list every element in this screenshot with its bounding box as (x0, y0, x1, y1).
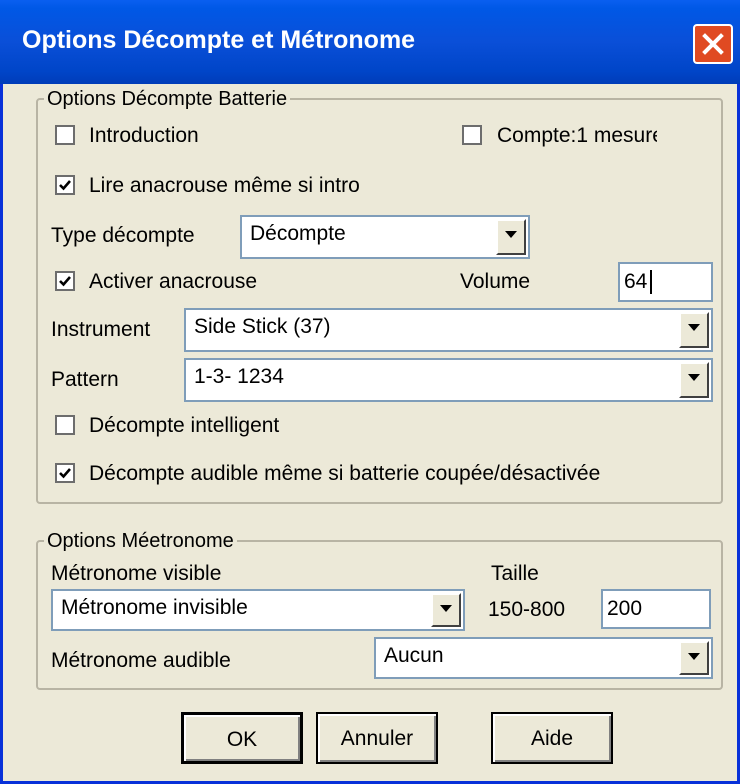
smart-count-label[interactable]: Décompte intelligent (89, 414, 279, 438)
introduction-checkbox[interactable] (55, 125, 75, 145)
volume-input[interactable]: 64 (618, 262, 713, 302)
drum-countin-legend: Options Décompte Batterie (44, 88, 291, 111)
checkmark-icon (59, 468, 71, 479)
visible-metronome-value: Métronome invisible (61, 596, 248, 619)
size-range-label: 150-800 (488, 598, 566, 621)
count-type-value: Décompte (250, 222, 346, 245)
ok-button-label: OK (226, 728, 258, 751)
instrument-value: Side Stick (37) (194, 315, 331, 338)
cancel-button-label: Annuler (340, 727, 414, 750)
instrument-select[interactable]: Side Stick (37) (184, 308, 713, 352)
visible-metronome-dropdown-button[interactable] (431, 593, 461, 627)
enable-pickup-label[interactable]: Activer anacrouse (89, 270, 257, 294)
count-type-dropdown-button[interactable] (496, 219, 526, 255)
introduction-label[interactable]: Introduction (89, 124, 199, 148)
close-icon (702, 33, 724, 55)
count-one-bar-label[interactable]: Compte:1 mesure (497, 124, 657, 148)
count-one-bar-checkbox[interactable] (462, 125, 482, 145)
checkmark-icon (59, 276, 71, 287)
chevron-down-icon (688, 374, 700, 381)
chevron-down-icon (505, 231, 517, 238)
checkmark-icon (59, 180, 71, 191)
audible-count-label[interactable]: Décompte audible même si batterie coupée… (89, 462, 600, 486)
help-button-label: Aide (530, 727, 574, 750)
visible-metronome-select[interactable]: Métronome invisible (51, 589, 465, 631)
pattern-label: Pattern (51, 368, 119, 391)
smart-count-checkbox[interactable] (55, 415, 75, 435)
size-value: 200 (607, 597, 643, 620)
help-button[interactable]: Aide (491, 712, 613, 764)
dialog-title: Options Décompte et Métronome (22, 26, 416, 54)
pattern-value: 1-3- 1234 (194, 365, 284, 388)
audible-count-checkbox[interactable] (55, 463, 75, 483)
instrument-label: Instrument (51, 318, 151, 341)
pattern-dropdown-button[interactable] (679, 362, 709, 398)
audible-metronome-label: Métronome audible (51, 649, 231, 672)
chevron-down-icon (440, 605, 452, 612)
audible-metronome-dropdown-button[interactable] (679, 641, 709, 675)
count-type-label: Type décompte (51, 224, 195, 247)
dialog-window: Options Décompte et Métronome Options Dé… (0, 0, 740, 784)
pattern-select[interactable]: 1-3- 1234 (184, 358, 713, 402)
ok-button[interactable]: OK (181, 712, 303, 764)
audible-metronome-value: Aucun (384, 644, 444, 667)
pickup-even-intro-label[interactable]: Lire anacrouse même si intro (89, 174, 360, 198)
metronome-legend: Options Méetronome (44, 530, 237, 553)
audible-metronome-select[interactable]: Aucun (374, 637, 713, 679)
size-input[interactable]: 200 (601, 589, 711, 629)
count-type-select[interactable]: Décompte (240, 215, 530, 259)
close-button[interactable] (693, 24, 733, 64)
visible-metronome-label: Métronome visible (51, 562, 222, 585)
volume-value: 64 (624, 270, 648, 293)
pickup-even-intro-checkbox[interactable] (55, 175, 75, 195)
volume-label: Volume (460, 270, 531, 293)
enable-pickup-checkbox[interactable] (55, 271, 75, 291)
title-bar[interactable]: Options Décompte et Métronome (0, 0, 740, 84)
instrument-dropdown-button[interactable] (679, 312, 709, 348)
cancel-button[interactable]: Annuler (316, 712, 438, 764)
chevron-down-icon (688, 324, 700, 331)
size-label: Taille (491, 562, 539, 585)
text-caret (650, 270, 652, 294)
chevron-down-icon (688, 653, 700, 660)
